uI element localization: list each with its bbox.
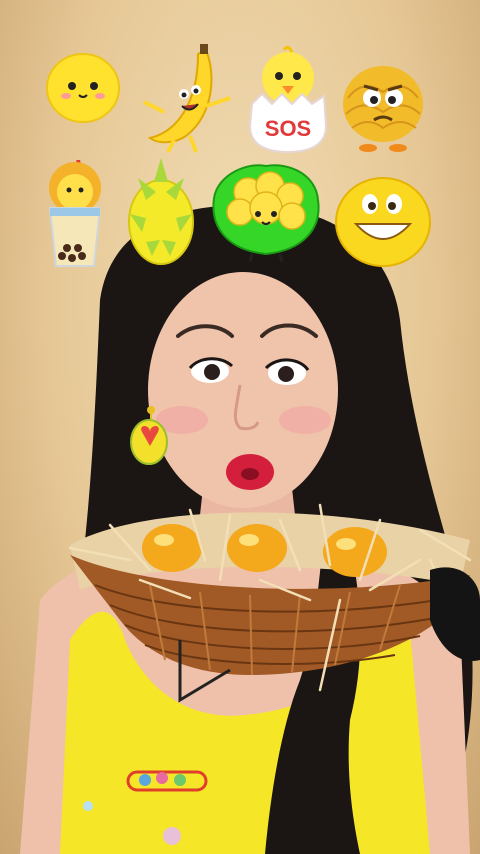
chick-in-egg-sticker: SOS <box>248 46 328 154</box>
cauliflower-sticker[interactable] <box>208 158 324 262</box>
egg-yolks <box>142 524 387 577</box>
lemon-sticker <box>46 53 120 123</box>
dragon-fruit-sticker <box>128 158 194 265</box>
banana-sticker <box>143 44 231 153</box>
sos-label: SOS <box>265 116 311 141</box>
black-glove <box>430 567 480 661</box>
noodle-sticker <box>343 66 423 152</box>
bubble-tea-sticker <box>48 160 102 267</box>
video-frame: SOS <box>0 0 480 854</box>
smiley-sticker <box>335 177 431 267</box>
